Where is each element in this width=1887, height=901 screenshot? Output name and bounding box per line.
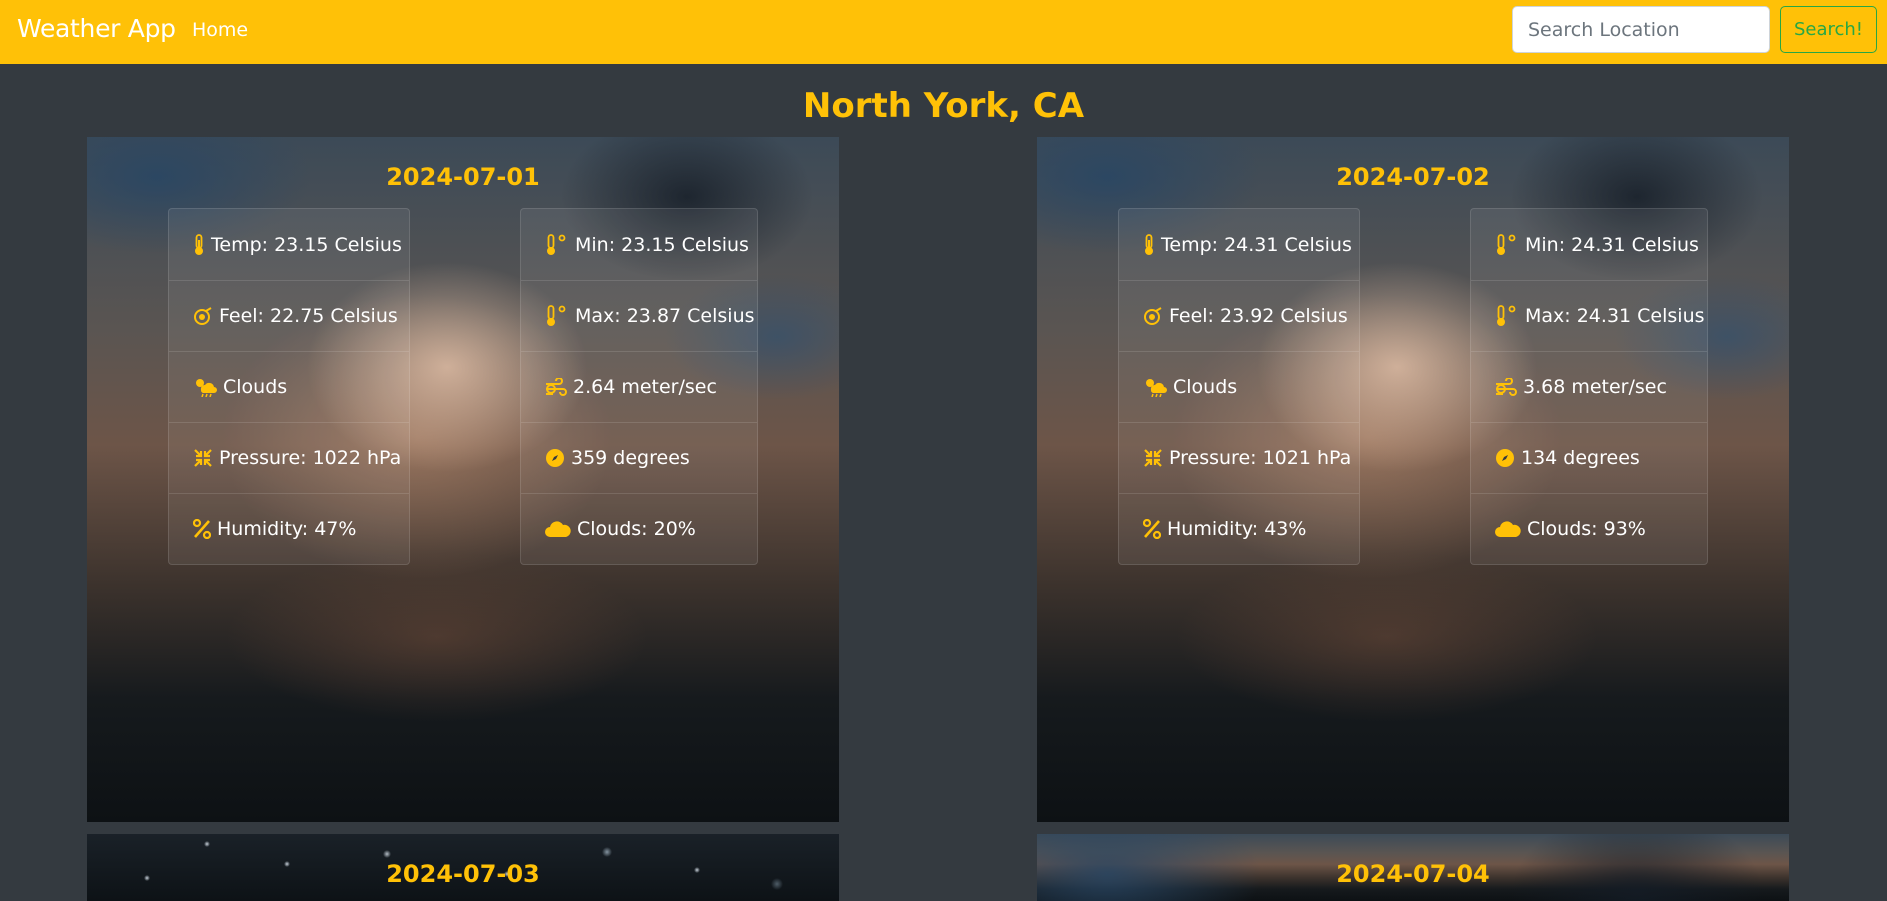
list-item-wind: 2.64 meter/sec	[521, 351, 757, 422]
compass-icon	[545, 448, 565, 468]
direction-text: 134 degrees	[1521, 447, 1640, 469]
list-item-clouds: Clouds: 20%	[521, 493, 757, 564]
forecast-card: 2024-07-04	[1037, 834, 1789, 901]
pressure-text: Pressure: 1022 hPa	[219, 447, 402, 469]
list-item-pressure: Pressure: 1022 hPa	[169, 422, 409, 493]
wind-text: 2.64 meter/sec	[573, 376, 717, 398]
forecast-card: 2024-07-01 Temp: 23.15 Celsius Feel: 22.…	[87, 137, 839, 822]
compress-icon	[193, 448, 213, 468]
direction-text: 359 degrees	[571, 447, 690, 469]
temp-text: Temp: 24.31 Celsius	[1161, 233, 1352, 256]
search-input[interactable]	[1512, 6, 1770, 53]
forecast-card: 2024-07-02 Temp: 24.31 Celsius Feel: 23.…	[1037, 137, 1789, 822]
temp-min-icon	[1495, 233, 1519, 256]
feel-text: Feel: 23.92 Celsius	[1169, 305, 1348, 327]
pressure-text: Pressure: 1021 hPa	[1169, 447, 1352, 469]
list-item-feel: Feel: 23.92 Celsius	[1119, 280, 1359, 351]
list-item-description: Clouds	[169, 351, 409, 422]
list-item-wind: 3.68 meter/sec	[1471, 351, 1707, 422]
weather-list-left: Temp: 23.15 Celsius Feel: 22.75 Celsius …	[168, 208, 410, 565]
list-item-direction: 134 degrees	[1471, 422, 1707, 493]
list-item-description: Clouds	[1119, 351, 1359, 422]
feel-icon	[193, 306, 213, 326]
weather-list-left: Temp: 24.31 Celsius Feel: 23.92 Celsius …	[1118, 208, 1360, 565]
card-date: 2024-07-01	[386, 163, 540, 191]
forecast-card: 2024-07-03	[87, 834, 839, 901]
thermometer-icon	[193, 233, 205, 256]
compass-icon	[1495, 448, 1515, 468]
wind-icon	[1495, 378, 1517, 396]
wind-text: 3.68 meter/sec	[1523, 376, 1667, 398]
list-item-feel: Feel: 22.75 Celsius	[169, 280, 409, 351]
card-date: 2024-07-04	[1336, 860, 1490, 888]
list-item-max: Max: 24.31 Celsius	[1471, 280, 1707, 351]
nav-home-link[interactable]: Home	[192, 19, 248, 41]
feel-text: Feel: 22.75 Celsius	[219, 305, 398, 327]
clouds-text: Clouds: 93%	[1527, 518, 1646, 540]
list-item-temp: Temp: 24.31 Celsius	[1119, 209, 1359, 280]
weather-list-right: Min: 24.31 Celsius Max: 24.31 Celsius 3.…	[1470, 208, 1708, 565]
list-item-min: Min: 24.31 Celsius	[1471, 209, 1707, 280]
humidity-text: Humidity: 43%	[1167, 518, 1307, 540]
cloud-sun-rain-icon	[1143, 377, 1167, 397]
navbar: Weather App Home Search!	[0, 0, 1887, 64]
wind-icon	[545, 378, 567, 396]
cloud-icon	[545, 520, 571, 538]
list-item-temp: Temp: 23.15 Celsius	[169, 209, 409, 280]
compress-icon	[1143, 448, 1163, 468]
cloud-icon	[1495, 520, 1521, 538]
card-date: 2024-07-03	[386, 860, 540, 888]
list-item-humidity: Humidity: 43%	[1119, 493, 1359, 564]
feel-icon	[1143, 306, 1163, 326]
thermometer-icon	[1143, 233, 1155, 256]
max-text: Max: 23.87 Celsius	[575, 305, 755, 327]
weather-list-right: Min: 23.15 Celsius Max: 23.87 Celsius 2.…	[520, 208, 758, 565]
max-text: Max: 24.31 Celsius	[1525, 305, 1705, 327]
list-item-pressure: Pressure: 1021 hPa	[1119, 422, 1359, 493]
list-item-direction: 359 degrees	[521, 422, 757, 493]
brand-logo[interactable]: Weather App	[17, 14, 176, 43]
temp-text: Temp: 23.15 Celsius	[211, 233, 402, 256]
list-item-max: Max: 23.87 Celsius	[521, 280, 757, 351]
clouds-text: Clouds: 20%	[577, 518, 696, 540]
temp-max-icon	[1495, 305, 1519, 327]
search-button[interactable]: Search!	[1780, 6, 1877, 53]
list-item-min: Min: 23.15 Celsius	[521, 209, 757, 280]
list-item-humidity: Humidity: 47%	[169, 493, 409, 564]
temp-max-icon	[545, 305, 569, 327]
percent-icon	[193, 519, 211, 539]
min-text: Min: 23.15 Celsius	[575, 233, 749, 256]
cloud-sun-rain-icon	[193, 377, 217, 397]
card-date: 2024-07-02	[1336, 163, 1490, 191]
humidity-text: Humidity: 47%	[217, 518, 357, 540]
temp-min-icon	[545, 233, 569, 256]
description-text: Clouds	[1173, 376, 1238, 398]
percent-icon	[1143, 519, 1161, 539]
min-text: Min: 24.31 Celsius	[1525, 233, 1699, 256]
page-title: North York, CA	[802, 86, 1085, 126]
list-item-clouds: Clouds: 93%	[1471, 493, 1707, 564]
description-text: Clouds	[223, 376, 288, 398]
